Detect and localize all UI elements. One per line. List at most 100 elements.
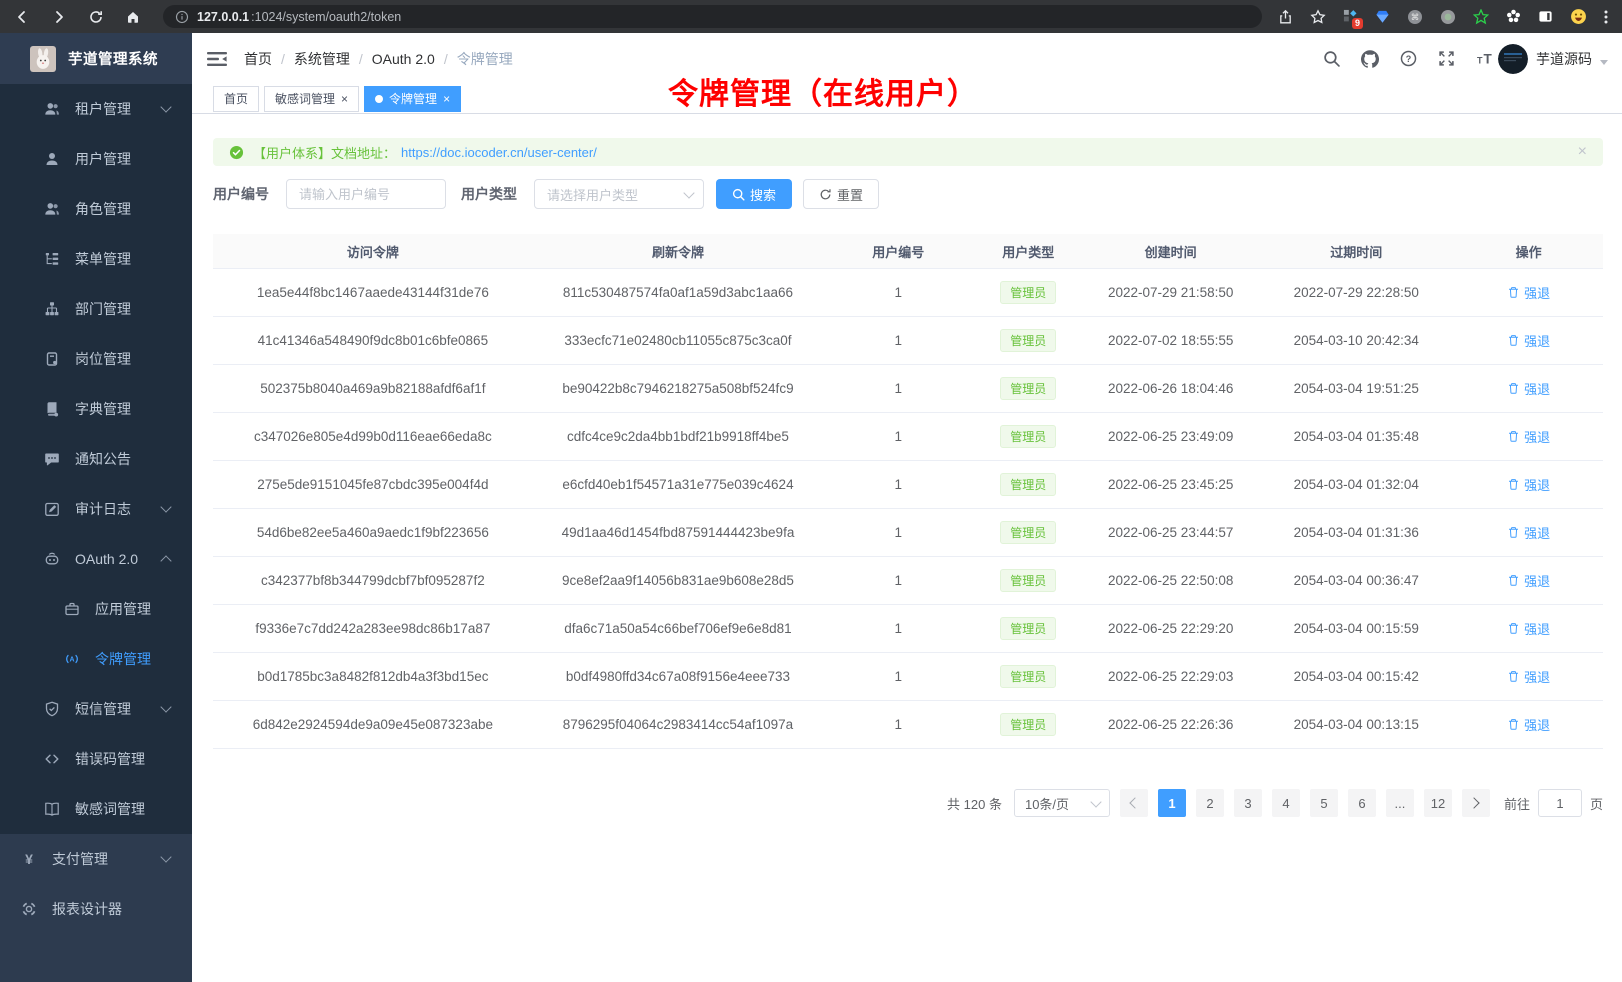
close-icon[interactable]: × [341,93,348,105]
force-logout-button[interactable]: 强退 [1507,619,1550,638]
sidebar-item-13[interactable]: 错误码管理 [0,734,192,784]
reload-icon[interactable] [88,9,104,25]
close-icon[interactable]: × [443,93,450,105]
sidebar-item-15[interactable]: ¥支付管理 [0,834,192,884]
sidebar-item-4[interactable]: 部门管理 [0,284,192,334]
pager-ellipsis[interactable]: ... [1386,789,1414,817]
tab-0[interactable]: 首页 [213,86,259,112]
share-icon[interactable] [1278,9,1293,25]
page-button-1[interactable]: 1 [1158,789,1186,817]
sidebar-item-11[interactable]: A令牌管理 [0,634,192,684]
gem-icon[interactable] [1375,9,1390,24]
access-token-cell: 1ea5e44f8bc1467aaede43144f31de76 [213,269,533,317]
tab-2[interactable]: 令牌管理× [364,86,461,112]
force-logout-button[interactable]: 强退 [1507,475,1550,494]
user-type-badge: 管理员 [1000,329,1056,352]
sidebar-item-6[interactable]: 字典管理 [0,384,192,434]
expire-time-cell: 2054-03-04 00:15:59 [1258,605,1454,653]
forward-icon[interactable] [51,9,67,25]
back-icon[interactable] [14,9,30,25]
extensions-badge-icon[interactable]: 9 [1343,9,1358,24]
sidebar-item-0[interactable]: 租户管理 [0,84,192,134]
sidebar-item-5[interactable]: 岗位管理 [0,334,192,384]
bookmark-star-icon[interactable] [1310,9,1326,25]
fullscreen-icon[interactable] [1438,50,1455,67]
breadcrumb-item-2[interactable]: OAuth 2.0 [372,51,435,67]
user-menu[interactable]: 芋道源码 [1498,44,1608,74]
sidebar-item-8[interactable]: 审计日志 [0,484,192,534]
page-button-6[interactable]: 6 [1348,789,1376,817]
refresh-token-value: 49d1aa46d1454fbd87591444423be9fa [562,525,795,540]
help-icon[interactable]: ? [1400,50,1417,67]
force-logout-button[interactable]: 强退 [1507,283,1550,302]
reading-panel-icon[interactable] [1538,9,1553,24]
page-button-4[interactable]: 4 [1272,789,1300,817]
sidebar-item-3[interactable]: 菜单管理 [0,234,192,284]
flower-icon[interactable] [1506,9,1521,24]
user-type-select[interactable]: 请选择用户类型 [534,179,704,209]
close-icon[interactable]: × [1578,144,1587,160]
user-type-badge: 管理员 [1000,281,1056,304]
force-logout-button[interactable]: 强退 [1507,715,1550,734]
alert-doc-link[interactable]: https://doc.iocoder.cn/user-center/ [401,145,597,160]
font-size-icon[interactable]: TT [1476,50,1495,67]
menu-item-label: 审计日志 [75,499,131,519]
app-title: 芋道管理系统 [68,48,158,69]
force-logout-button[interactable]: 强退 [1507,523,1550,542]
reset-button[interactable]: 重置 [803,179,879,209]
next-page-button[interactable] [1462,789,1490,817]
info-icon[interactable] [175,10,189,24]
expire-time-cell: 2054-03-04 00:13:15 [1258,701,1454,749]
force-logout-button[interactable]: 强退 [1507,571,1550,590]
force-logout-button[interactable]: 强退 [1507,427,1550,446]
sidebar-item-10[interactable]: 应用管理 [0,584,192,634]
sidebar-item-9[interactable]: OAuth 2.0 [0,534,192,584]
search-button[interactable]: 搜索 [716,179,792,209]
user-type-cell: 管理员 [973,461,1083,509]
menu-kebab-icon[interactable] [1604,9,1608,25]
refresh-token-value: be90422b8c7946218275a508bf524fc9 [562,381,793,396]
sidebar-header[interactable]: 芋道管理系统 [0,33,192,84]
sidebar-item-2[interactable]: 角色管理 [0,184,192,234]
sidebar-collapse-icon[interactable] [207,51,227,67]
address-bar[interactable]: 127.0.0.1:1024/system/oauth2/token [163,5,1262,28]
breadcrumb-item-0[interactable]: 首页 [244,49,272,69]
command-circle-icon[interactable]: ⌘ [1407,9,1423,25]
menu-item-label: 角色管理 [75,199,131,219]
breadcrumb-item-1[interactable]: 系统管理 [294,49,350,69]
sidebar-item-12[interactable]: 短信管理 [0,684,192,734]
action-cell: 强退 [1454,557,1603,605]
chevron-down-icon [160,501,171,512]
prev-page-button[interactable] [1120,789,1148,817]
force-logout-button[interactable]: 强退 [1507,379,1550,398]
sidebar-item-7[interactable]: 通知公告 [0,434,192,484]
page-button-5[interactable]: 5 [1310,789,1338,817]
column-header-3: 用户类型 [973,234,1083,269]
page-button-12[interactable]: 12 [1424,789,1452,817]
sidebar-item-16[interactable]: 报表设计器 [0,884,192,934]
action-cell: 强退 [1454,461,1603,509]
page-button-3[interactable]: 3 [1234,789,1262,817]
force-logout-button[interactable]: 强退 [1507,667,1550,686]
search-icon [732,188,745,201]
user-id-input[interactable] [286,179,446,209]
page-size-select[interactable]: 10条/页 [1014,789,1110,817]
user-icon [44,151,60,167]
sidebar-item-1[interactable]: 用户管理 [0,134,192,184]
home-icon[interactable] [125,9,141,25]
jump-page-input[interactable] [1538,789,1582,817]
force-logout-button[interactable]: 强退 [1507,331,1550,350]
emoji-icon[interactable] [1570,8,1587,25]
sidebar-item-14[interactable]: 敏感词管理 [0,784,192,834]
tab-1[interactable]: 敏感词管理× [264,86,359,112]
access-token-value: b0d1785bc3a8482f812db4a3f3bd15ec [257,669,488,684]
record-circle-icon[interactable] [1440,9,1456,25]
search-icon[interactable] [1323,50,1340,67]
refresh-token-value: e6cfd40eb1f54571a31e775e039c4624 [562,477,793,492]
page-button-2[interactable]: 2 [1196,789,1224,817]
github-icon[interactable] [1361,50,1379,68]
force-logout-label: 强退 [1524,667,1550,686]
green-star-icon[interactable] [1473,9,1489,25]
create-time-value: 2022-06-25 22:29:20 [1108,621,1233,636]
user-id-value: 1 [895,285,903,300]
